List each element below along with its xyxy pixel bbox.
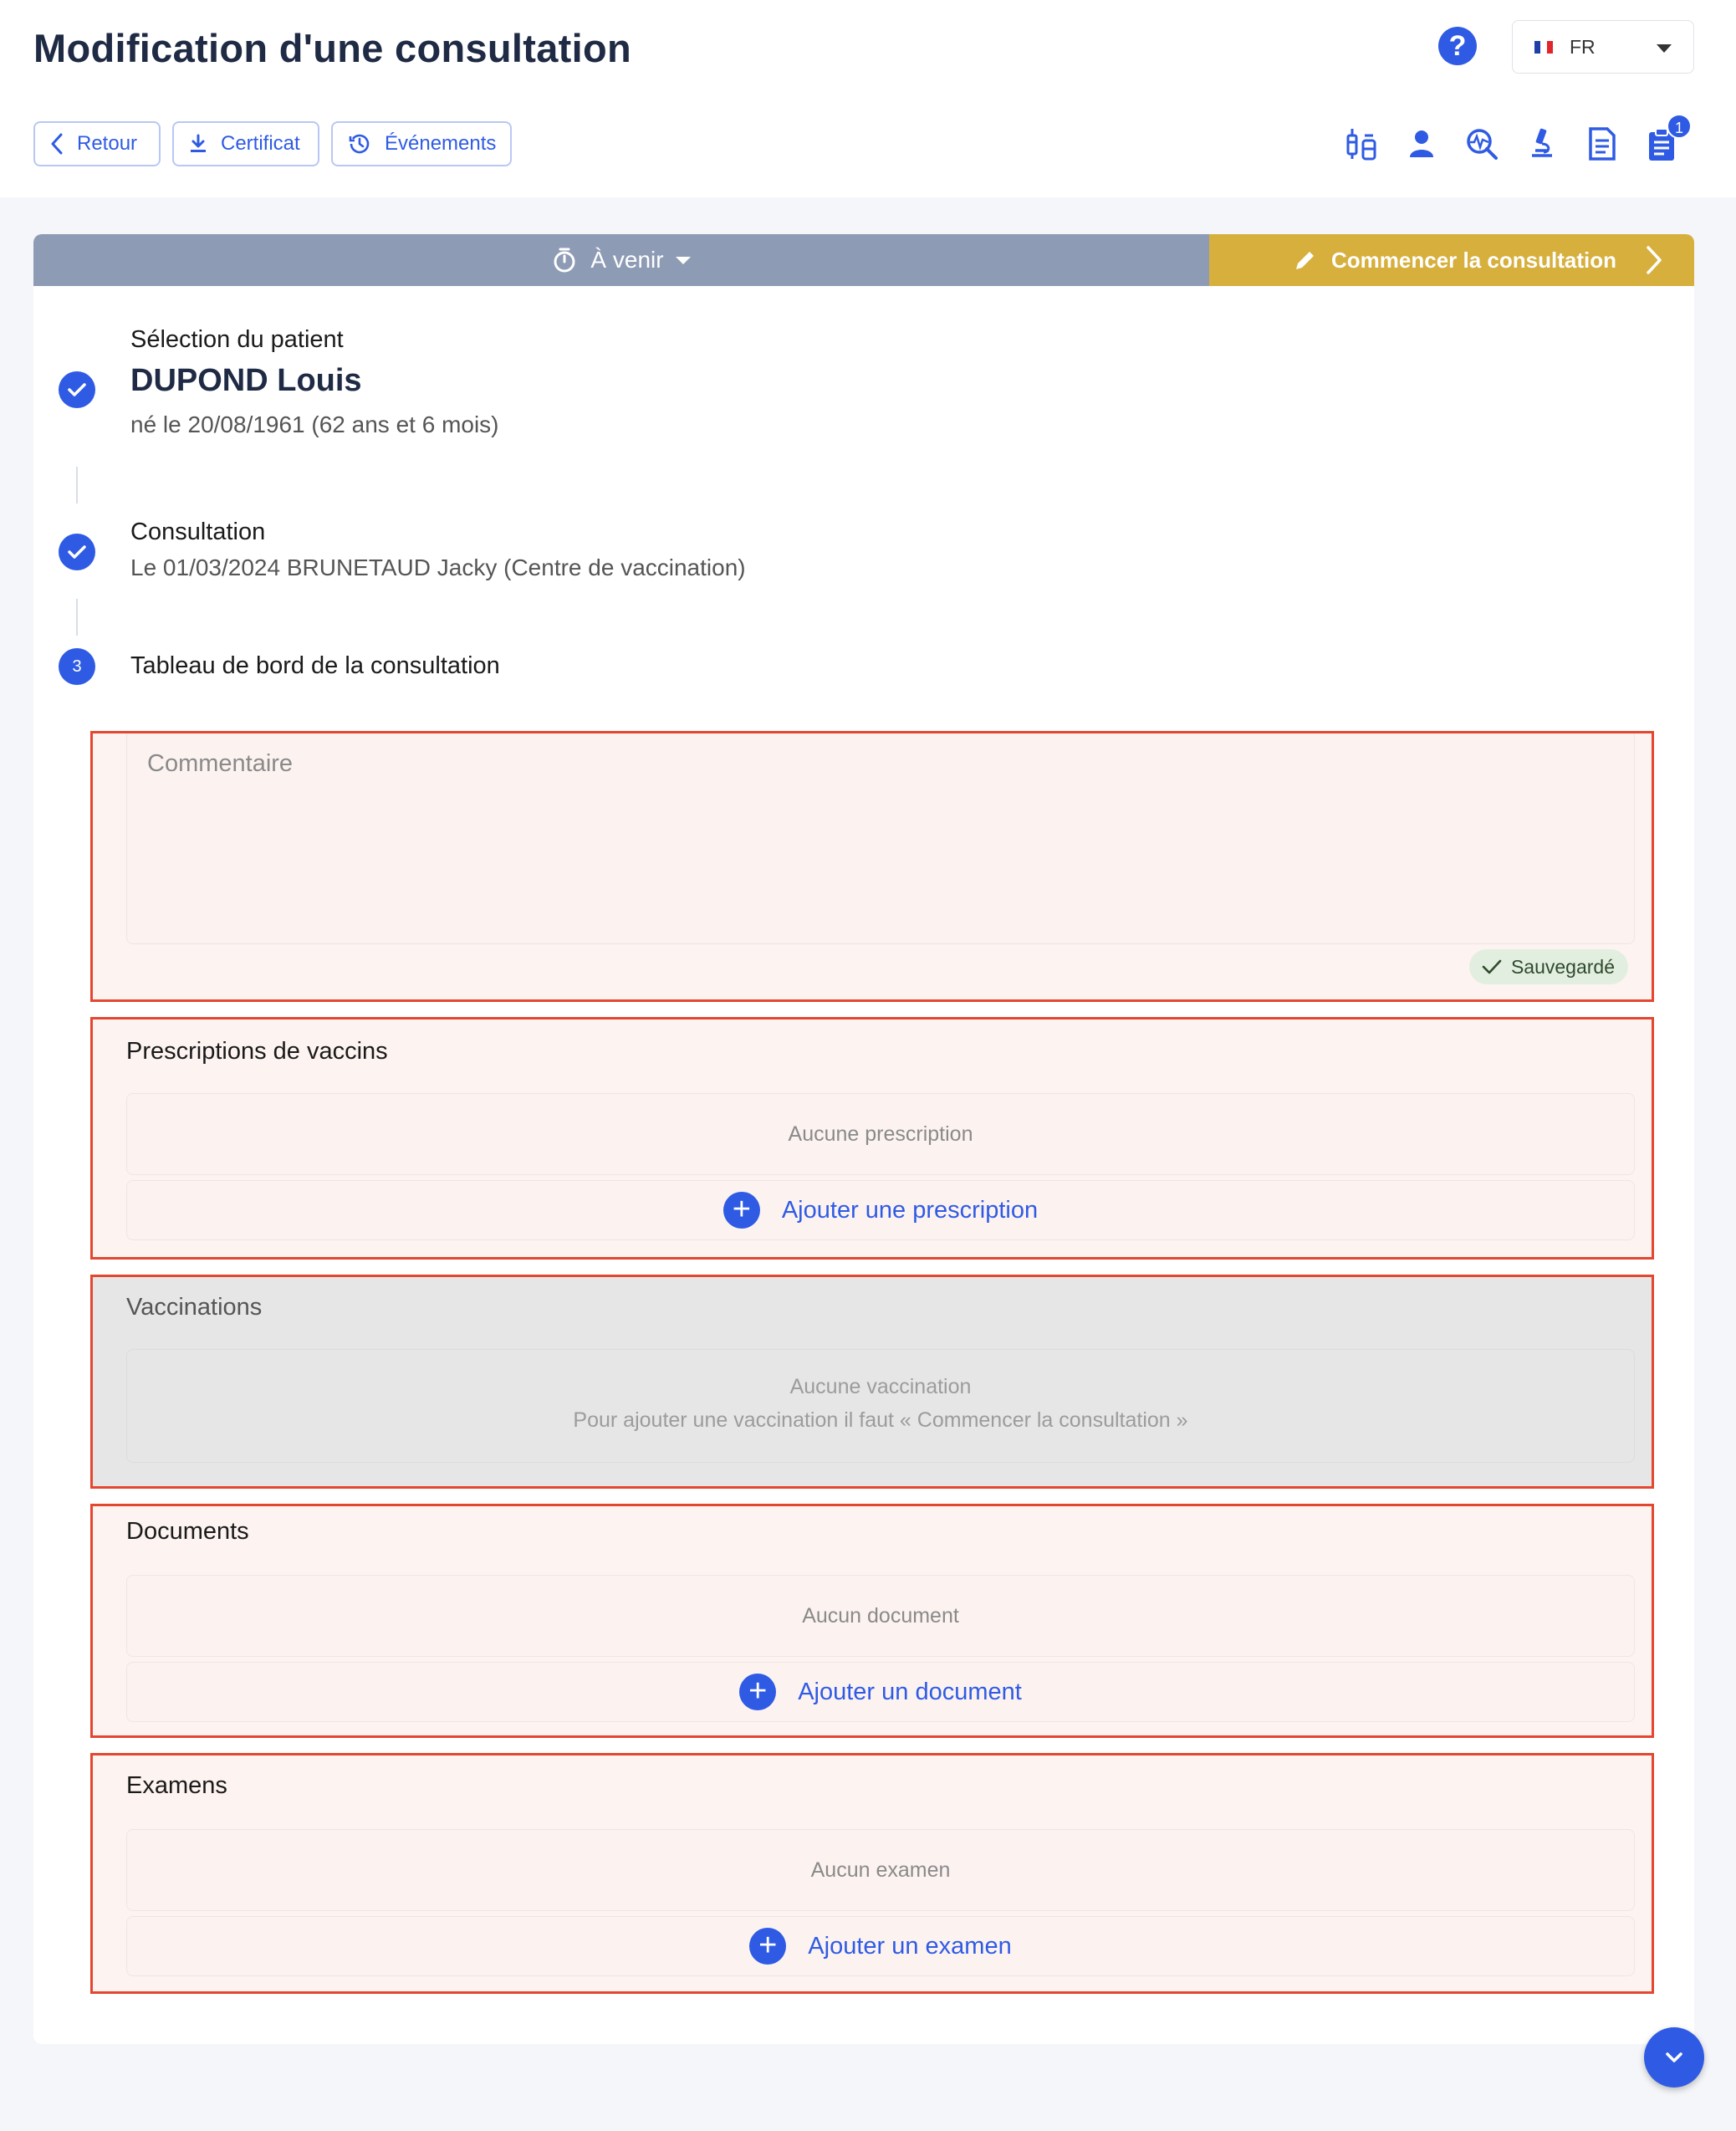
documents-empty: Aucun document	[126, 1575, 1635, 1657]
documents-title: Documents	[126, 1518, 249, 1545]
pencil-icon	[1296, 252, 1314, 269]
plus-icon: +	[722, 1192, 760, 1229]
chevron-down-icon	[1657, 44, 1672, 53]
prescriptions-section: Prescriptions de vaccins Aucune prescrip…	[90, 1017, 1654, 1260]
step-done-check-icon	[59, 534, 95, 570]
vaccinations-title: Vaccinations	[126, 1294, 263, 1321]
step-done-check-icon	[59, 371, 95, 408]
status-label: À venir	[590, 247, 664, 273]
documents-section: Documents Aucun document + Ajouter un do…	[90, 1504, 1654, 1738]
exams-section: Examens Aucun examen + Ajouter un examen	[90, 1753, 1654, 1994]
start-consultation-button[interactable]: Commencer la consultation	[1209, 234, 1694, 286]
consultation-detail: Le 01/03/2024 BRUNETAUD Jacky (Centre de…	[130, 554, 746, 580]
patient-birth: né le 20/08/1961 (62 ans et 6 mois)	[130, 411, 499, 437]
events-button[interactable]: Événements	[331, 121, 512, 166]
check-icon	[1482, 959, 1502, 974]
certificate-button[interactable]: Certificat	[172, 121, 319, 166]
search-analysis-icon[interactable]	[1463, 125, 1500, 162]
step-connector	[76, 467, 78, 503]
document-icon[interactable]	[1584, 125, 1621, 162]
help-icon[interactable]: ?	[1438, 27, 1477, 65]
saved-badge: Sauvegardé	[1468, 949, 1628, 984]
prescriptions-empty: Aucune prescription	[126, 1093, 1635, 1175]
vaccinations-section: Vaccinations Aucune vaccination Pour ajo…	[90, 1275, 1654, 1489]
add-exam-label: Ajouter un examen	[808, 1932, 1012, 1960]
comment-textarea[interactable]: Commentaire	[126, 733, 1635, 944]
patient-name: DUPOND Louis	[130, 363, 362, 398]
events-button-label: Événements	[385, 132, 497, 155]
download-icon	[191, 134, 206, 152]
step-connector	[76, 599, 78, 636]
prescriptions-title: Prescriptions de vaccins	[126, 1038, 388, 1065]
start-consultation-label: Commencer la consultation	[1331, 247, 1616, 273]
back-button-label: Retour	[77, 132, 138, 155]
saved-label: Sauvegardé	[1510, 955, 1615, 978]
step-consultation-label: Consultation	[130, 519, 266, 545]
chevron-down-icon	[1666, 2052, 1682, 2062]
add-exam-button[interactable]: + Ajouter un examen	[126, 1916, 1635, 1976]
language-code: FR	[1570, 36, 1596, 58]
step-dashboard-label: Tableau de bord de la consultation	[130, 652, 500, 679]
step-number: 3	[59, 648, 95, 685]
comment-section: Commentaire Sauvegardé	[90, 731, 1654, 1002]
exams-title: Examens	[126, 1772, 227, 1799]
comment-placeholder: Commentaire	[147, 750, 294, 777]
vaccinations-hint: Pour ajouter une vaccination il faut « C…	[573, 1408, 1188, 1432]
step-patient-label: Sélection du patient	[130, 326, 344, 353]
page-title: Modification d'une consultation	[33, 26, 631, 70]
exams-empty: Aucun examen	[126, 1829, 1635, 1911]
certificate-button-label: Certificat	[221, 132, 300, 155]
history-icon	[349, 134, 370, 154]
plus-icon: +	[749, 1928, 787, 1965]
fr-flag-icon	[1534, 41, 1553, 54]
back-button[interactable]: Retour	[33, 121, 161, 166]
plus-icon: +	[739, 1674, 777, 1710]
chevron-down-icon	[675, 256, 691, 264]
add-document-button[interactable]: + Ajouter un document	[126, 1662, 1635, 1722]
add-prescription-button[interactable]: + Ajouter une prescription	[126, 1180, 1635, 1240]
microscope-icon[interactable]	[1524, 125, 1560, 162]
status-dropdown[interactable]: À venir	[33, 234, 1209, 286]
vaccinations-empty-box: Aucune vaccination Pour ajouter une vacc…	[126, 1349, 1635, 1463]
notification-badge: 1	[1667, 114, 1692, 139]
vaccine-icon[interactable]	[1343, 125, 1380, 162]
patient-icon[interactable]	[1403, 125, 1440, 162]
timer-icon	[554, 248, 575, 273]
chevron-right-icon	[1647, 246, 1662, 274]
add-prescription-label: Ajouter une prescription	[781, 1196, 1039, 1224]
chevron-left-icon	[51, 133, 63, 155]
language-select[interactable]: FR	[1512, 20, 1694, 74]
vaccinations-empty: Aucune vaccination	[789, 1375, 972, 1398]
add-document-label: Ajouter un document	[798, 1678, 1022, 1705]
scroll-down-button[interactable]	[1644, 2027, 1704, 2088]
